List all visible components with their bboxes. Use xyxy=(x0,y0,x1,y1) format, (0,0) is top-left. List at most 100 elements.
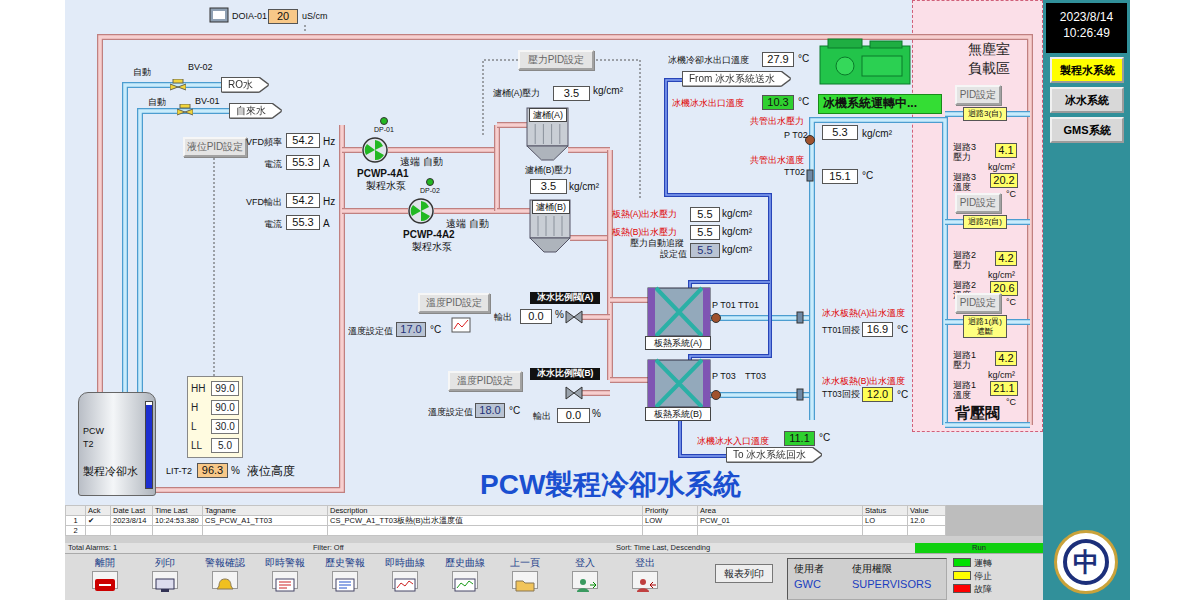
pump-tag: DP-02 xyxy=(420,187,440,195)
value-readout: 0.0 xyxy=(557,408,590,423)
toolbar-button[interactable]: 警報確認 xyxy=(195,554,255,600)
clock-date: 2023/8/14 xyxy=(1048,9,1125,25)
label: 溫度設定值 xyxy=(348,326,393,336)
level-alarm-value: 90.0 xyxy=(211,400,239,415)
unit-label: °C xyxy=(798,53,809,65)
level-alarm-label: L xyxy=(191,419,197,434)
loop-label-line: 壓力 xyxy=(953,152,976,162)
tank-label: PCW xyxy=(83,426,104,436)
label: TT03回授 xyxy=(822,390,860,400)
pump-icon[interactable] xyxy=(362,137,388,163)
alert-label: 冰機冰水入口溫度 xyxy=(697,436,769,446)
alarm-table-area: AckDate LastTime LastTagnameDescriptionP… xyxy=(65,505,1043,536)
toolbar-button[interactable]: 登入 xyxy=(555,554,615,600)
status-readout: 11.1 xyxy=(784,431,815,446)
alarm-cell xyxy=(908,526,946,536)
meter-readout: 96.3 xyxy=(197,463,228,478)
label: P T02 xyxy=(784,130,808,140)
pid-button[interactable]: 溫度PID設定 xyxy=(418,293,490,313)
level-alarm-value: 5.0 xyxy=(211,438,239,453)
system-nav-button[interactable]: 冰水系統 xyxy=(1050,87,1124,113)
value-readout: 5.3 xyxy=(822,125,858,140)
tank: PCWT2製程冷卻水 xyxy=(78,392,156,496)
loop-temperature: 21.1 xyxy=(990,381,1018,396)
label: VFD頻率 xyxy=(246,137,282,147)
alarm-row[interactable]: 1✔2023/8/1410:24:53.380CS_PCW_A1_TT03CS_… xyxy=(66,516,946,526)
pump-tag: DP-01 xyxy=(374,126,394,134)
toolbar-button[interactable]: 歷史曲線 xyxy=(435,554,495,600)
alarm-header-row: AckDate LastTime LastTagnameDescriptionP… xyxy=(66,506,946,516)
label: 輸出 xyxy=(494,312,512,322)
pid-button[interactable]: 壓力PID設定 xyxy=(518,50,594,70)
alert-label: 共管出水溫度 xyxy=(750,155,804,165)
level-alarm-row: LL5.0 xyxy=(191,436,239,455)
alarm-list-icon xyxy=(272,571,298,589)
system-nav-button[interactable]: GMS系統 xyxy=(1050,117,1124,143)
loop-temp-label: 迴路3溫度 xyxy=(953,172,976,193)
toolbar-button[interactable]: 列印 xyxy=(135,554,195,600)
valve-icon[interactable] xyxy=(170,72,186,84)
trend-history-icon xyxy=(452,571,478,589)
alarm-cell xyxy=(328,526,643,536)
setpoint-field[interactable]: 18.0 xyxy=(475,403,505,418)
pid-button[interactable]: PID設定 xyxy=(955,193,1001,213)
login-icon xyxy=(572,571,598,589)
alarm-cell: 12.0 xyxy=(908,516,946,526)
alarm-status-sort: Sort: Time Last, Descending xyxy=(613,543,915,553)
toolbar-button[interactable]: 歷史警報 xyxy=(315,554,375,600)
pink-pipe xyxy=(342,211,408,212)
loop-pressure-label: 迴路1壓力 xyxy=(953,350,976,371)
pink-pipe xyxy=(582,317,610,318)
pump-name: PCWP-4A1 xyxy=(357,168,409,180)
label: uS/cm xyxy=(302,11,328,21)
alert-label: 冰水板熱(A)出水溫度 xyxy=(822,309,905,319)
equipment-label: 濾桶(B) xyxy=(532,200,570,214)
heat-exchanger-icon xyxy=(648,288,710,336)
pid-button[interactable]: 溫度PID設定 xyxy=(448,371,522,391)
pump-status-dot xyxy=(380,117,388,125)
pid-button[interactable]: PID設定 xyxy=(955,293,1001,313)
toolbar-label: 登入 xyxy=(575,557,595,569)
column-header: Time Last xyxy=(153,506,203,516)
setpoint-field[interactable]: 17.0 xyxy=(396,322,426,337)
toolbar-button[interactable]: 上一頁 xyxy=(495,554,555,600)
pink-pipe xyxy=(570,238,610,239)
toolbar-button[interactable]: 即時警報 xyxy=(255,554,315,600)
pump-icon[interactable] xyxy=(408,198,434,224)
unit-label: kg/cm² xyxy=(569,181,599,193)
loop-name: 遮斷 xyxy=(964,327,1006,337)
label: 溫度設定值 xyxy=(428,407,473,417)
pid-button[interactable]: PID設定 xyxy=(955,85,1001,105)
value-readout: 16.9 xyxy=(862,322,893,337)
zone-title: 負載區 xyxy=(968,60,1010,76)
pid-button[interactable]: 液位PID設定 xyxy=(183,137,247,157)
loop-valve-label: 迴路1(異)遮斷 xyxy=(963,315,1007,338)
setpoint-field[interactable]: 5.5 xyxy=(690,243,720,258)
value-readout: 5.5 xyxy=(690,207,720,222)
value-readout: 54.2 xyxy=(286,193,320,208)
filter-icon xyxy=(527,108,568,160)
side-panel: 2023/8/1410:26:49製程水系統冰水系統GMS系統中 xyxy=(1043,0,1130,600)
level-alarm-value: 99.0 xyxy=(211,381,239,396)
logo-mark: 中 xyxy=(1063,539,1109,585)
toolbar-label: 列印 xyxy=(155,557,175,569)
loop-label-line: 迴路1 xyxy=(953,350,976,360)
user-label: 使用者 xyxy=(794,561,852,576)
loop-label-line: 溫度 xyxy=(953,390,976,400)
print-icon xyxy=(152,571,178,589)
toolbar-button[interactable]: 登出 xyxy=(615,554,675,600)
alarm-row[interactable]: 2 xyxy=(66,526,946,536)
unit-label: °C xyxy=(897,324,908,336)
report-print-button[interactable]: 報表列印 xyxy=(715,564,773,583)
toolbar-button[interactable]: 即時曲線 xyxy=(375,554,435,600)
pink-pipe xyxy=(610,300,648,301)
valve-icon[interactable] xyxy=(177,97,193,109)
pump-name: PCWP-4A2 xyxy=(403,229,455,241)
loop-name: 迴路2(自) xyxy=(964,217,1006,227)
source-text: 自來水 xyxy=(230,104,281,118)
system-nav-button[interactable]: 製程水系統 xyxy=(1050,57,1124,83)
toolbar-label: 歷史警報 xyxy=(325,557,365,569)
level-alarm-panel: HH99.0H90.0L30.0LL5.0 xyxy=(187,376,243,458)
toolbar-button[interactable]: 離開 xyxy=(75,554,135,600)
alarm-cell: CS_PCW_A1_TT03板熱(B)出水溫度值 xyxy=(328,516,643,526)
